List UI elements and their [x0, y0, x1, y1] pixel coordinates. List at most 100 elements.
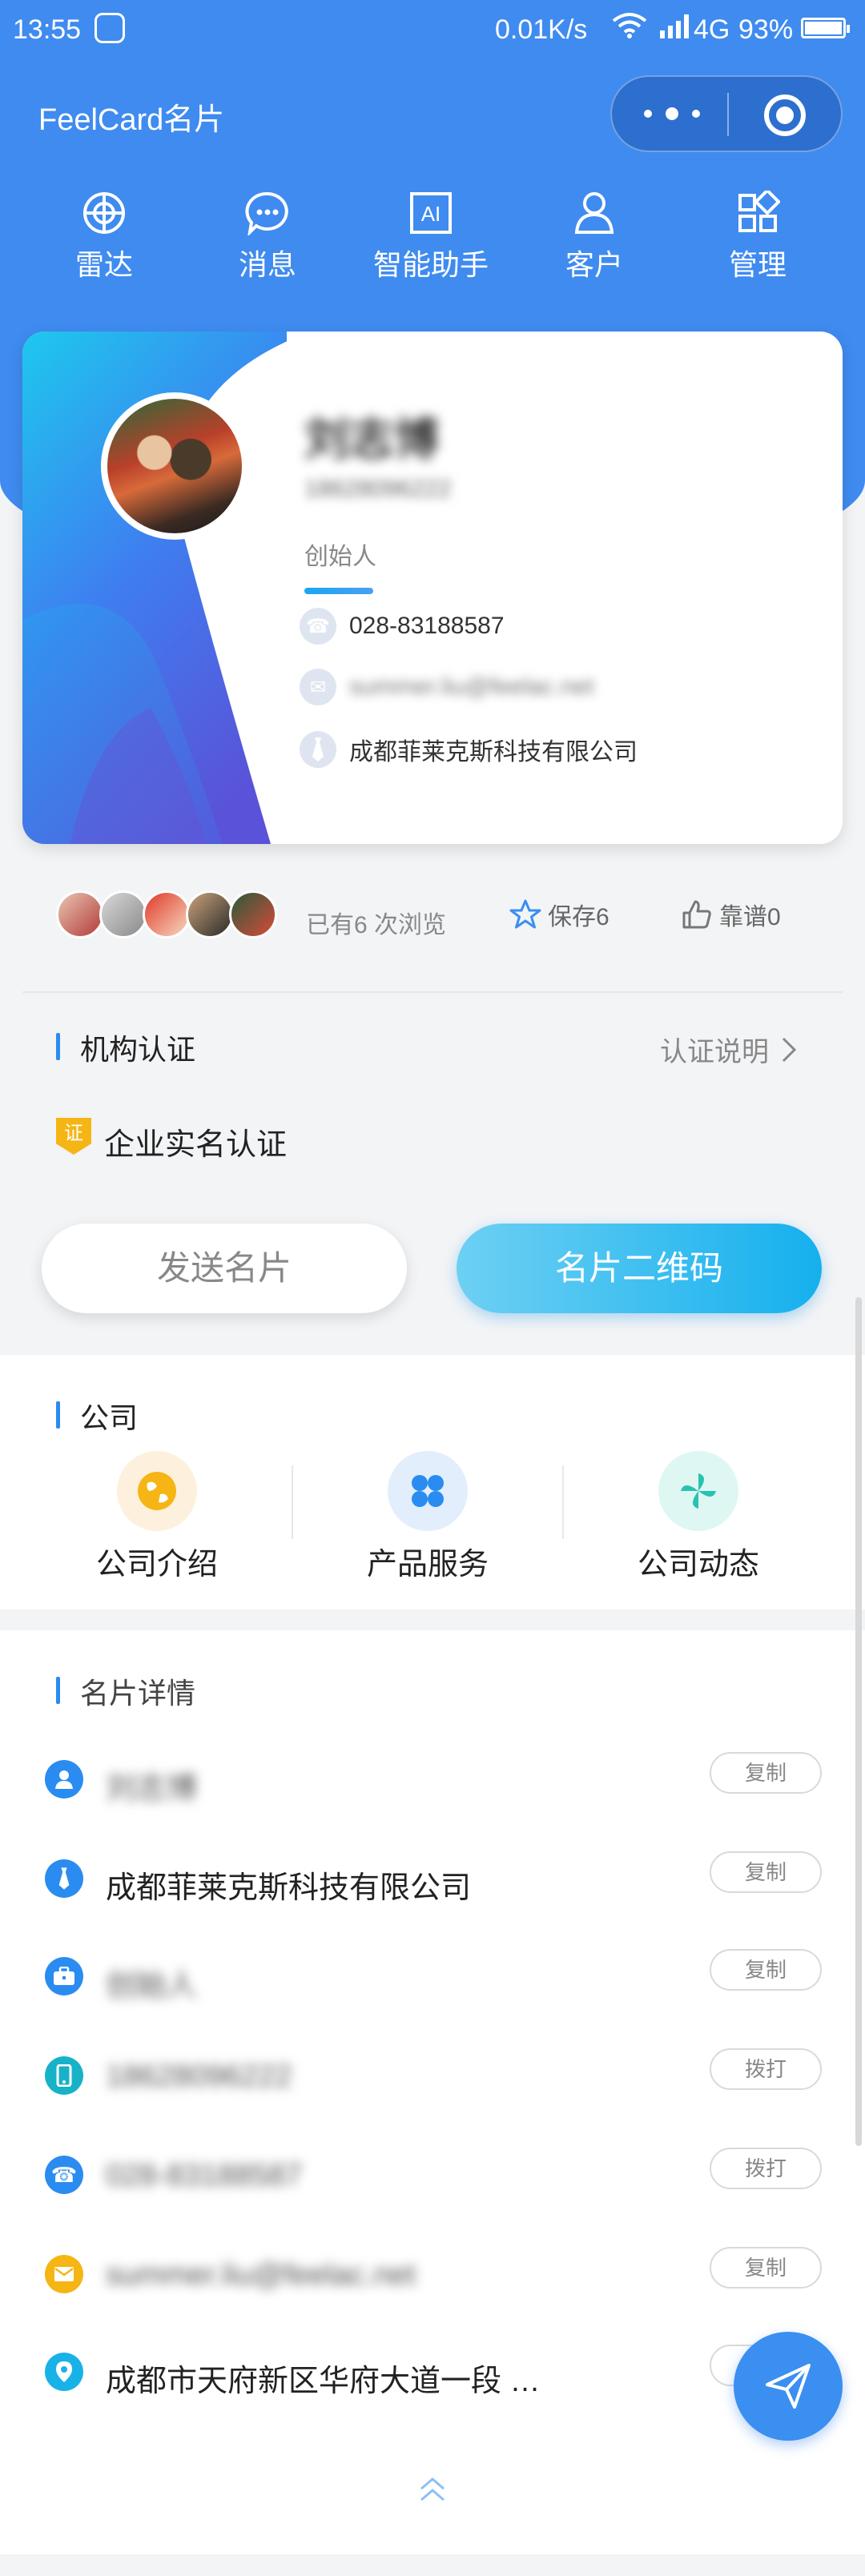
detail-value: 18628096222	[106, 2060, 292, 2093]
details-section-title: 名片详情	[56, 1670, 195, 1712]
card-company: 成都菲莱克斯科技有限公司	[349, 739, 638, 766]
save-count: 保存6	[548, 904, 610, 930]
detail-value: 创始人	[106, 1969, 198, 2003]
cert-info-link[interactable]: 认证说明	[660, 1030, 798, 1069]
call-button[interactable]: 拨打	[710, 2148, 822, 2189]
nav-label: 智能助手	[372, 248, 489, 281]
product-service-item[interactable]: 产品服务	[292, 1451, 564, 1583]
nav-label: 客户	[565, 248, 623, 281]
top-nav: 雷达 消息 AI 智能助手 客户 管理	[0, 191, 865, 295]
briefcase-icon	[45, 1957, 83, 1995]
cert-info-label: 认证说明	[660, 1037, 769, 1067]
visitor-avatar[interactable]	[186, 890, 234, 938]
certificate-badge-icon: 证	[56, 1118, 91, 1155]
pinwheel-icon	[658, 1451, 738, 1531]
detail-value: 刘志博	[106, 1772, 198, 1806]
status-bar: 13:55 0.01K/s 4G 93%	[0, 0, 865, 59]
product-service-label: 产品服务	[366, 1548, 489, 1581]
copy-button[interactable]: 复制	[710, 2247, 822, 2289]
scrollbar[interactable]	[855, 1297, 862, 2146]
save-button[interactable]: 保存6	[509, 897, 610, 932]
visitor-avatar[interactable]	[99, 890, 147, 938]
nav-customers[interactable]: 客户	[530, 191, 658, 283]
card-landline: 028-83188587	[349, 613, 505, 639]
call-button[interactable]: 拨打	[710, 2048, 822, 2090]
notification-icon	[95, 13, 125, 43]
detail-row-address: 成都市天府新区华府大道一段 … 复制	[45, 2345, 822, 2402]
clover-icon	[388, 1451, 468, 1531]
close-target-icon[interactable]	[764, 94, 806, 136]
double-chevron-up-icon[interactable]	[418, 2474, 447, 2506]
status-time: 13:55	[13, 14, 82, 45]
detail-row-landline: ☎ 028-83188587 拨打	[45, 2148, 822, 2205]
nav-ai-assistant[interactable]: AI 智能助手	[367, 191, 495, 283]
detail-row-company: 成都菲莱克斯科技有限公司 复制	[45, 1851, 822, 1909]
copy-button[interactable]: 复制	[710, 1851, 822, 1893]
miniprogram-capsule	[610, 75, 843, 152]
copy-button[interactable]: 复制	[710, 1752, 822, 1794]
mobile-icon	[45, 2056, 83, 2095]
avatar	[101, 392, 248, 540]
person-icon	[45, 1760, 83, 1798]
visitor-row: 已有6 次浏览 保存6 靠谱0	[56, 890, 809, 938]
mail-icon	[45, 2255, 83, 2293]
telephone-icon: ☎	[45, 2156, 83, 2194]
qr-code-button[interactable]: 名片二维码	[457, 1224, 822, 1313]
thumbs-up-icon	[682, 900, 711, 929]
detail-value: summer.liu@feelac.net	[106, 2258, 416, 2292]
card-email-row[interactable]: ✉ summer.liu@feelac.net	[300, 668, 594, 706]
card-email: summer.liu@feelac.net	[349, 673, 594, 700]
card-company-row[interactable]: 成都菲莱克斯科技有限公司	[300, 730, 638, 769]
divider	[22, 991, 843, 993]
location-icon	[45, 2353, 83, 2391]
card-role: 创始人	[304, 544, 376, 570]
company-section-title: 公司	[56, 1395, 138, 1437]
detail-row-name: 刘志博 复制	[45, 1752, 822, 1810]
chevron-right-icon	[782, 1037, 797, 1062]
card-landline-row[interactable]: ☎ 028-83188587	[300, 607, 505, 645]
grid-icon	[738, 191, 780, 232]
role-accent	[304, 588, 373, 594]
nav-label: 管理	[728, 248, 787, 281]
detail-row-title: 创始人 复制	[45, 1949, 822, 2007]
nav-label: 雷达	[74, 248, 133, 281]
detail-row-mobile: 18628096222 拨打	[45, 2048, 822, 2106]
nav-manage[interactable]: 管理	[694, 191, 822, 283]
more-icon[interactable]	[644, 106, 700, 122]
visitor-avatar[interactable]	[229, 890, 277, 938]
detail-value: 028-83188587	[106, 2159, 303, 2192]
tie-icon	[45, 1859, 83, 1898]
company-news-item[interactable]: 公司动态	[562, 1451, 835, 1583]
view-count: 已有6 次浏览	[306, 912, 447, 938]
company-news-label: 公司动态	[637, 1548, 759, 1581]
signal-icon	[660, 14, 689, 38]
business-card[interactable]: 刘志博 18628096222 创始人 ☎ 028-83188587 ✉ sum…	[22, 332, 843, 844]
person-icon	[574, 192, 614, 234]
nav-label: 消息	[238, 248, 296, 281]
detail-value: 成都市天府新区华府大道一段 …	[106, 2365, 541, 2398]
svg-text:AI: AI	[421, 202, 441, 226]
ai-icon: AI	[410, 192, 452, 234]
visitor-avatar[interactable]	[143, 890, 191, 938]
nav-messages[interactable]: 消息	[203, 191, 332, 283]
battery-percent: 93%	[738, 14, 794, 45]
visitor-avatar[interactable]	[56, 890, 104, 938]
share-fab[interactable]	[734, 2332, 843, 2441]
chat-bubble-icon	[245, 191, 288, 235]
send-card-button[interactable]: 发送名片	[42, 1224, 407, 1313]
globe-icon	[117, 1451, 197, 1531]
nav-radar[interactable]: 雷达	[40, 191, 168, 283]
company-intro-item[interactable]: 公司介绍	[21, 1451, 293, 1583]
network-speed: 0.01K/s	[495, 14, 588, 45]
app-title: FeelCard名片	[38, 103, 225, 137]
star-icon	[509, 899, 541, 929]
copy-button[interactable]: 复制	[710, 1949, 822, 1991]
battery-icon	[801, 18, 850, 38]
card-phone: 18628096222	[304, 476, 452, 502]
detail-value: 成都菲莱克斯科技有限公司	[106, 1871, 472, 1905]
like-button[interactable]: 靠谱0	[681, 897, 781, 932]
network-type: 4G	[694, 14, 730, 45]
tie-icon	[300, 731, 336, 768]
wifi-icon	[612, 13, 647, 38]
cert-item: 企业实名认证	[104, 1128, 288, 1162]
